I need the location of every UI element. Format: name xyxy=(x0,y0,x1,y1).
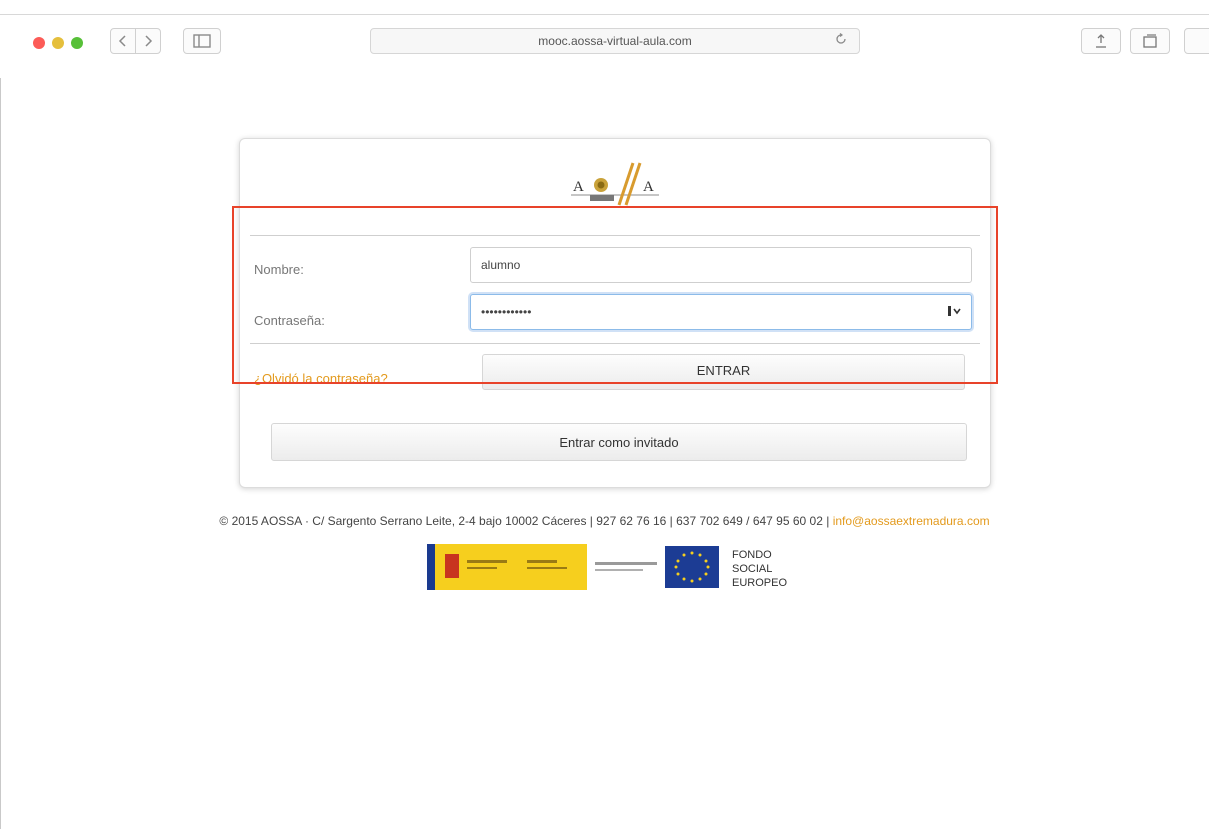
svg-text:EUROPEO: EUROPEO xyxy=(732,577,787,589)
forgot-password-link[interactable]: ¿Olvidó la contraseña? xyxy=(254,371,388,386)
share-button[interactable] xyxy=(1081,28,1121,54)
zoom-window-button[interactable] xyxy=(71,37,83,49)
forward-button[interactable] xyxy=(135,28,161,54)
password-label: Contraseña: xyxy=(254,313,325,328)
chevron-left-icon xyxy=(118,35,126,47)
footer-contact: © 2015 AOSSA · C/ Sargento Serrano Leite… xyxy=(0,514,1209,528)
aossa-logo: A A xyxy=(571,162,659,206)
password-field[interactable]: •••••••••••• xyxy=(470,294,972,330)
footer-email-link[interactable]: info@aossaextremadura.com xyxy=(833,514,990,528)
svg-text:SOCIAL: SOCIAL xyxy=(732,563,772,575)
password-key-icon[interactable] xyxy=(947,303,963,322)
svg-text:A: A xyxy=(643,179,654,195)
enter-button[interactable]: ENTRAR xyxy=(482,354,965,390)
username-label: Nombre: xyxy=(254,262,304,277)
svg-text:FONDO: FONDO xyxy=(732,549,772,561)
tabs-icon xyxy=(1143,34,1157,48)
chevron-right-icon xyxy=(145,35,153,47)
svg-text:A: A xyxy=(573,179,584,195)
sidebar-button[interactable] xyxy=(183,28,221,54)
sidebar-icon xyxy=(193,34,211,48)
login-card: A A Nombre: alumno Contraseña: •••••••••… xyxy=(239,138,991,488)
back-button[interactable] xyxy=(110,28,136,54)
close-window-button[interactable] xyxy=(33,37,45,49)
share-icon xyxy=(1096,34,1106,48)
tabs-button[interactable] xyxy=(1130,28,1170,54)
minimize-window-button[interactable] xyxy=(52,37,64,49)
address-url: mooc.aossa-virtual-aula.com xyxy=(538,34,692,48)
window-left-edge xyxy=(0,78,1,829)
username-field[interactable]: alumno xyxy=(470,247,972,283)
address-bar[interactable]: mooc.aossa-virtual-aula.com xyxy=(370,28,860,54)
guest-login-button[interactable]: Entrar como invitado xyxy=(271,423,967,461)
browser-toolbar: mooc.aossa-virtual-aula.com xyxy=(0,0,1209,78)
extra-toolbar-button[interactable] xyxy=(1184,28,1209,54)
username-value: alumno xyxy=(481,258,521,272)
password-value: •••••••••••• xyxy=(481,305,532,319)
reload-icon[interactable] xyxy=(835,33,847,48)
eu-funding-banner: FONDO SOCIAL EUROPEO xyxy=(427,544,787,590)
footer-address-text: © 2015 AOSSA · C/ Sargento Serrano Leite… xyxy=(219,514,833,528)
window-top-border xyxy=(0,14,1209,15)
form-divider xyxy=(250,343,980,344)
header-divider xyxy=(250,235,980,236)
